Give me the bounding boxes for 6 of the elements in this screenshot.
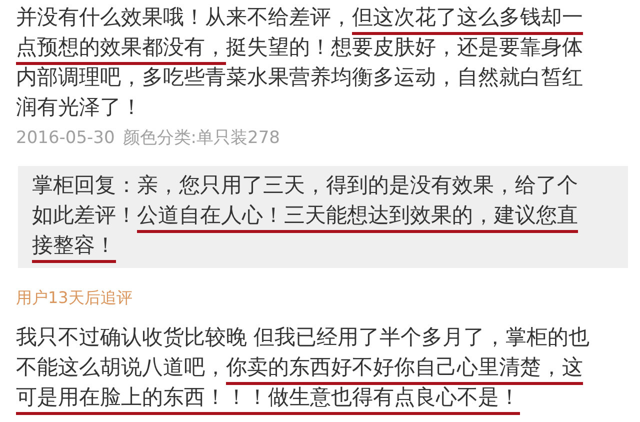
- follow-up-label: 用户13天后追评: [16, 286, 134, 308]
- review-text: 并没有什么效果哦！从来不给差评，但这次花了这么多钱却一点预想的效果都没有，挺失望的！想要皮肤好，还是要靠身体内部调理吧，多吃些青菜水果营养均衡多运动，自然就白皙红润有光泽了！: [16, 4, 584, 121]
- follow-up-text: 我只不过确认收货比较晚 但我已经用了半个多月了，掌柜的也不能这么胡说八道吧，你卖的东西好不好你自己心里清楚，这可是用在脸上的东西！！！做生意也得有点良心不是！: [16, 322, 596, 412]
- review-date: 2016-05-30: [16, 127, 115, 150]
- seller-reply-text: 掌柜回复：亲，您只用了三天，得到的是没有效果，给了个如此差评！公道自在人心！三天能想达到效果的，建议您直接整容！: [32, 170, 591, 260]
- product-variant: 颜色分类:单只装278: [122, 127, 280, 150]
